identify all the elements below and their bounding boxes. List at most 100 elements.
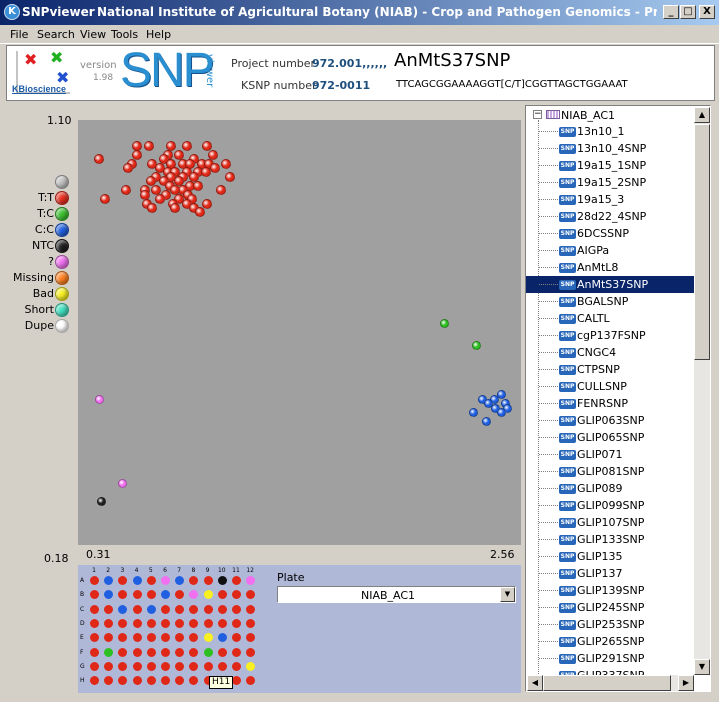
plate-well[interactable]	[132, 633, 142, 643]
plate-well[interactable]	[132, 661, 142, 671]
plate-well[interactable]	[90, 618, 99, 628]
plate-well[interactable]	[232, 590, 241, 600]
plate-well[interactable]	[118, 618, 128, 628]
data-point[interactable]	[202, 198, 213, 209]
plate-well[interactable]	[161, 590, 170, 600]
plate-well[interactable]	[118, 576, 128, 585]
data-point[interactable]	[181, 140, 192, 151]
tree-item[interactable]: SNP CULLSNP	[526, 378, 694, 395]
tree-item[interactable]: SNP GLIP107SNP	[526, 514, 694, 531]
plate-well[interactable]	[104, 618, 114, 628]
plate-well[interactable]	[132, 590, 142, 600]
plate-well[interactable]	[175, 618, 185, 628]
hscroll-thumb[interactable]	[543, 675, 671, 691]
collapse-toggle-icon[interactable]: −	[533, 110, 542, 119]
tree-item[interactable]: SNP 19a15_3	[526, 191, 694, 208]
plate-well[interactable]	[146, 647, 156, 657]
plate-well[interactable]	[161, 647, 170, 657]
title-bar[interactable]: K SNPviewer National Institute of Agricu…	[0, 0, 719, 25]
snp-tree[interactable]: − NIAB_AC1 SNP 13n10_1 SNP 13n10_4SNP SNP 19a…	[525, 105, 711, 692]
data-point[interactable]	[99, 194, 110, 205]
plate-well[interactable]	[246, 590, 256, 600]
plate-well[interactable]	[175, 647, 185, 657]
plate-well[interactable]	[90, 633, 99, 643]
plate-well[interactable]	[161, 604, 170, 614]
plate-well[interactable]	[146, 633, 156, 643]
tree-item[interactable]: SNP GLIP133SNP	[526, 531, 694, 548]
legend-dot[interactable]	[55, 319, 69, 333]
plate-well[interactable]	[161, 676, 170, 686]
plate-well[interactable]	[175, 633, 185, 643]
data-point[interactable]	[120, 185, 131, 196]
data-point[interactable]	[483, 399, 493, 409]
tree-item[interactable]: SNP FENRSNP	[526, 395, 694, 412]
plate-well[interactable]	[232, 604, 241, 614]
data-point[interactable]	[170, 203, 181, 214]
plate-well[interactable]	[175, 676, 185, 686]
plate-well[interactable]	[217, 604, 227, 614]
data-point[interactable]	[94, 154, 105, 165]
plate-well[interactable]	[203, 661, 213, 671]
plate-well[interactable]	[104, 661, 114, 671]
plate-well[interactable]	[90, 576, 99, 585]
plate-well[interactable]	[189, 676, 199, 686]
tree-root-label[interactable]: NIAB_AC1	[561, 109, 615, 122]
menu-help[interactable]: Help	[146, 28, 171, 41]
scatter-plot[interactable]	[78, 120, 521, 545]
plate-well[interactable]	[232, 661, 241, 671]
horizontal-scrollbar[interactable]: ◀ ▶	[527, 675, 694, 691]
tree-item[interactable]: SNP GLIP291SNP	[526, 650, 694, 667]
data-point[interactable]	[440, 319, 450, 329]
data-point[interactable]	[192, 180, 203, 191]
tree-item[interactable]: SNP 19a15_2SNP	[526, 174, 694, 191]
tree-item[interactable]: SNP CNGC4	[526, 344, 694, 361]
tree-item[interactable]: SNP CALTL	[526, 310, 694, 327]
vertical-scrollbar[interactable]: ▲ ▼	[694, 107, 710, 675]
plate-well[interactable]	[232, 618, 241, 628]
legend-dot[interactable]	[55, 287, 69, 301]
scroll-thumb[interactable]	[694, 124, 710, 360]
plate-well[interactable]	[246, 618, 256, 628]
plate-well[interactable]	[203, 590, 213, 600]
data-point[interactable]	[117, 479, 127, 489]
plate-well[interactable]	[189, 590, 199, 600]
plate-well[interactable]	[175, 604, 185, 614]
plate-well[interactable]	[132, 618, 142, 628]
plate-well[interactable]	[90, 647, 99, 657]
legend-dot[interactable]	[55, 255, 69, 269]
plate-well[interactable]	[118, 590, 128, 600]
scroll-down-icon[interactable]: ▼	[694, 659, 710, 675]
plate-well[interactable]	[146, 604, 156, 614]
plate-well[interactable]	[118, 604, 128, 614]
plate-well[interactable]	[104, 647, 114, 657]
plate-well[interactable]	[203, 618, 213, 628]
data-point[interactable]	[122, 163, 133, 173]
scroll-right-icon[interactable]: ▶	[678, 675, 694, 691]
data-point[interactable]	[497, 408, 507, 418]
data-point[interactable]	[472, 341, 482, 351]
plate-well[interactable]	[132, 676, 142, 686]
data-point[interactable]	[200, 167, 211, 178]
tree-item[interactable]: SNP 19a15_1SNP	[526, 157, 694, 174]
plate-well[interactable]	[217, 661, 227, 671]
data-point[interactable]	[94, 394, 104, 404]
menu-view[interactable]: View	[80, 28, 106, 41]
plate-well[interactable]	[217, 647, 227, 657]
plate-well[interactable]	[246, 647, 256, 657]
plate-well[interactable]	[161, 633, 170, 643]
plate-well[interactable]	[132, 576, 142, 585]
tree-item[interactable]: SNP AnMtL8	[526, 259, 694, 276]
data-point[interactable]	[155, 194, 165, 205]
plate-grid[interactable]: 1 2 3 4 5 6 7 8 9 10 11 12 A B C D E F G H	[79, 565, 259, 691]
chevron-down-icon[interactable]: ▼	[500, 587, 515, 602]
tree-item[interactable]: SNP 13n10_4SNP	[526, 140, 694, 157]
data-point[interactable]	[481, 416, 491, 426]
minimize-button[interactable]: _	[663, 5, 679, 19]
plate-well[interactable]	[90, 661, 99, 671]
tree-item[interactable]: SNP 6DCSSNP	[526, 225, 694, 242]
plate-select[interactable]: NIAB_AC1 ▼	[277, 586, 516, 603]
plate-well[interactable]	[217, 590, 227, 600]
data-point[interactable]	[468, 408, 478, 418]
legend-dot[interactable]	[55, 207, 69, 221]
plate-well[interactable]	[232, 676, 241, 686]
